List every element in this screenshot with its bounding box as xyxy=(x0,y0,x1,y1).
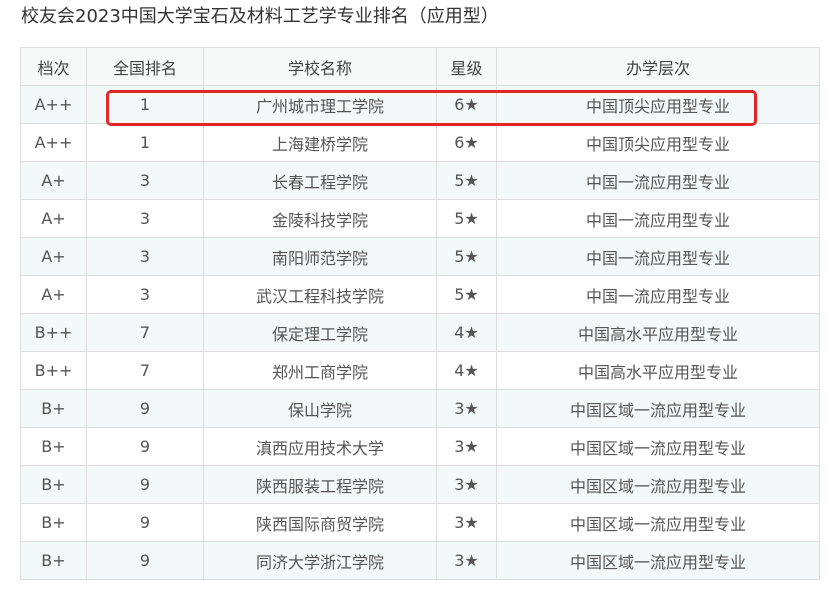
cell-star-level: 3★ xyxy=(436,427,497,466)
cell-program-level: 中国一流应用型专业 xyxy=(496,161,820,200)
table-header-row: 档次 全国排名 学校名称 星级 办学层次 xyxy=(20,47,820,86)
header-national-rank: 全国排名 xyxy=(86,47,204,86)
cell-school-name: 保山学院 xyxy=(203,389,437,428)
table-body: A++ 1 广州城市理工学院 6★ 中国顶尖应用型专业 A++ 1 上海建桥学院 6★ 中国顶尖应… xyxy=(20,85,820,580)
cell-school-name: 上海建桥学院 xyxy=(203,123,437,162)
cell-program-level: 中国顶尖应用型专业 xyxy=(496,85,820,124)
cell-program-level: 中国一流应用型专业 xyxy=(496,275,820,314)
cell-tier: A+ xyxy=(20,275,87,314)
cell-star-level: 4★ xyxy=(436,351,497,390)
cell-school-name: 金陵科技学院 xyxy=(203,199,437,238)
cell-program-level: 中国区域一流应用型专业 xyxy=(496,427,820,466)
cell-tier: A++ xyxy=(20,85,87,124)
cell-tier: A+ xyxy=(20,199,87,238)
cell-national-rank: 3 xyxy=(86,237,204,276)
table-row: B+ 9 陕西服装工程学院 3★ 中国区域一流应用型专业 xyxy=(20,465,820,504)
table-row: B+ 9 陕西国际商贸学院 3★ 中国区域一流应用型专业 xyxy=(20,503,820,542)
cell-tier: B+ xyxy=(20,427,87,466)
table-row: B++ 7 郑州工商学院 4★ 中国高水平应用型专业 xyxy=(20,351,820,390)
cell-school-name: 陕西国际商贸学院 xyxy=(203,503,437,542)
cell-tier: B++ xyxy=(20,313,87,352)
cell-tier: B+ xyxy=(20,541,87,580)
cell-national-rank: 7 xyxy=(86,313,204,352)
cell-program-level: 中国一流应用型专业 xyxy=(496,199,820,238)
cell-tier: B+ xyxy=(20,389,87,428)
cell-tier: A+ xyxy=(20,237,87,276)
table-row: A+ 3 金陵科技学院 5★ 中国一流应用型专业 xyxy=(20,199,820,238)
cell-program-level: 中国顶尖应用型专业 xyxy=(496,123,820,162)
cell-national-rank: 3 xyxy=(86,275,204,314)
table-row: A++ 1 广州城市理工学院 6★ 中国顶尖应用型专业 xyxy=(20,85,820,124)
table-row: A+ 3 长春工程学院 5★ 中国一流应用型专业 xyxy=(20,161,820,200)
table-row: A+ 3 南阳师范学院 5★ 中国一流应用型专业 xyxy=(20,237,820,276)
cell-school-name: 长春工程学院 xyxy=(203,161,437,200)
table-row: B++ 7 保定理工学院 4★ 中国高水平应用型专业 xyxy=(20,313,820,352)
cell-star-level: 5★ xyxy=(436,275,497,314)
cell-star-level: 3★ xyxy=(436,389,497,428)
cell-school-name: 滇西应用技术大学 xyxy=(203,427,437,466)
cell-star-level: 5★ xyxy=(436,237,497,276)
cell-national-rank: 1 xyxy=(86,123,204,162)
table-row: B+ 9 保山学院 3★ 中国区域一流应用型专业 xyxy=(20,389,820,428)
cell-school-name: 武汉工程科技学院 xyxy=(203,275,437,314)
cell-school-name: 南阳师范学院 xyxy=(203,237,437,276)
cell-star-level: 4★ xyxy=(436,313,497,352)
cell-tier: A++ xyxy=(20,123,87,162)
cell-national-rank: 9 xyxy=(86,503,204,542)
cell-national-rank: 1 xyxy=(86,85,204,124)
cell-national-rank: 7 xyxy=(86,351,204,390)
cell-program-level: 中国区域一流应用型专业 xyxy=(496,541,820,580)
cell-school-name: 保定理工学院 xyxy=(203,313,437,352)
cell-national-rank: 9 xyxy=(86,541,204,580)
cell-school-name: 同济大学浙江学院 xyxy=(203,541,437,580)
cell-star-level: 5★ xyxy=(436,161,497,200)
cell-star-level: 6★ xyxy=(436,123,497,162)
cell-tier: B+ xyxy=(20,503,87,542)
cell-program-level: 中国高水平应用型专业 xyxy=(496,351,820,390)
cell-school-name: 广州城市理工学院 xyxy=(203,85,437,124)
table-row: A+ 3 武汉工程科技学院 5★ 中国一流应用型专业 xyxy=(20,275,820,314)
table-row: B+ 9 同济大学浙江学院 3★ 中国区域一流应用型专业 xyxy=(20,541,820,580)
ranking-table: 档次 全国排名 学校名称 星级 办学层次 A++ 1 广州城市理工学院 6★ 中国顶尖应… xyxy=(20,47,820,580)
cell-national-rank: 9 xyxy=(86,427,204,466)
cell-tier: A+ xyxy=(20,161,87,200)
cell-program-level: 中国一流应用型专业 xyxy=(496,237,820,276)
cell-school-name: 郑州工商学院 xyxy=(203,351,437,390)
cell-national-rank: 3 xyxy=(86,199,204,238)
table-row: A++ 1 上海建桥学院 6★ 中国顶尖应用型专业 xyxy=(20,123,820,162)
cell-star-level: 3★ xyxy=(436,503,497,542)
page: 校友会2023中国大学宝石及材料工艺学专业排名（应用型） 档次 全国排名 学校名… xyxy=(0,0,832,591)
cell-program-level: 中国区域一流应用型专业 xyxy=(496,465,820,504)
cell-program-level: 中国区域一流应用型专业 xyxy=(496,503,820,542)
cell-star-level: 3★ xyxy=(436,465,497,504)
header-program-level: 办学层次 xyxy=(496,47,820,86)
cell-star-level: 5★ xyxy=(436,199,497,238)
page-title: 校友会2023中国大学宝石及材料工艺学专业排名（应用型） xyxy=(21,6,499,27)
header-star-level: 星级 xyxy=(436,47,497,86)
cell-tier: B++ xyxy=(20,351,87,390)
cell-program-level: 中国高水平应用型专业 xyxy=(496,313,820,352)
cell-program-level: 中国区域一流应用型专业 xyxy=(496,389,820,428)
cell-national-rank: 9 xyxy=(86,389,204,428)
table-row: B+ 9 滇西应用技术大学 3★ 中国区域一流应用型专业 xyxy=(20,427,820,466)
cell-national-rank: 3 xyxy=(86,161,204,200)
cell-star-level: 3★ xyxy=(436,541,497,580)
header-tier: 档次 xyxy=(20,47,87,86)
cell-star-level: 6★ xyxy=(436,85,497,124)
header-school-name: 学校名称 xyxy=(203,47,437,86)
cell-national-rank: 9 xyxy=(86,465,204,504)
cell-tier: B+ xyxy=(20,465,87,504)
cell-school-name: 陕西服装工程学院 xyxy=(203,465,437,504)
